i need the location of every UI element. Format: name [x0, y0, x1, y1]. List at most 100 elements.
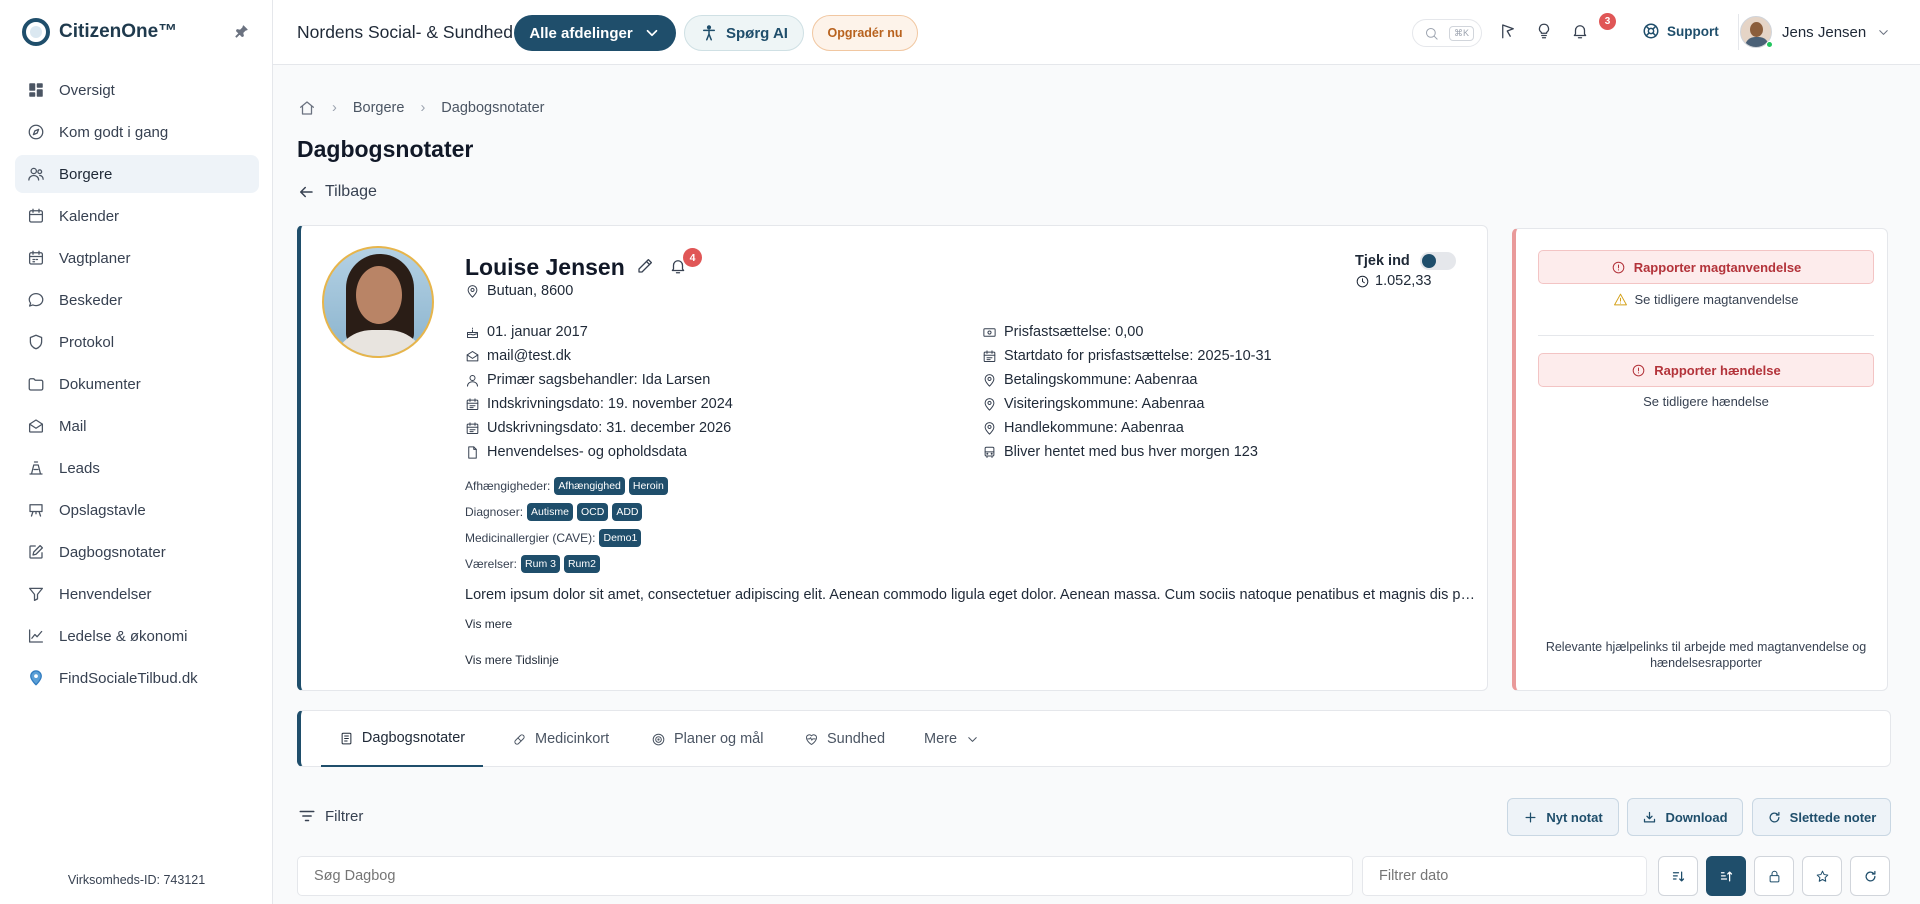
support-link[interactable]: Support	[1642, 22, 1719, 40]
pricing: Prisfastsættelse: 0,00	[1004, 324, 1144, 340]
checkin-toggle[interactable]	[1419, 252, 1456, 270]
tag-group-label: Medicinallergier (CAVE):	[465, 531, 596, 545]
back-link[interactable]: Tilbage	[297, 183, 377, 201]
previous-incident-link[interactable]: Se tidligere hændelse	[1538, 394, 1874, 409]
deleted-notes-button[interactable]: Slettede noter	[1752, 798, 1891, 836]
target-icon	[651, 732, 666, 747]
pin-icon[interactable]	[234, 24, 249, 39]
sidebar-item-oversigt[interactable]: Oversigt	[15, 71, 259, 109]
report-force-label: Rapporter magtanvendelse	[1633, 259, 1802, 275]
sidebar-item-henvendelser[interactable]: Henvendelser	[15, 575, 259, 613]
sidebar-item-protokol[interactable]: Protokol	[15, 323, 259, 361]
breadcrumb: › Borgere › Dagbogsnotater	[298, 99, 544, 117]
calendar-icon	[465, 397, 480, 412]
reports-card: Rapporter magtanvendelse Se tidligere ma…	[1512, 228, 1888, 691]
balance-value: 1.052,33	[1375, 273, 1432, 289]
show-more-link[interactable]: Vis mere	[465, 617, 512, 631]
sidebar-item-opslagstavle[interactable]: Opslagstavle	[15, 491, 259, 529]
ask-ai-button[interactable]: Spørg AI	[684, 15, 804, 51]
detail-row[interactable]: Henvendelses- og opholdsdata	[465, 444, 687, 460]
department-dropdown[interactable]: Alle afdelinger	[514, 15, 676, 51]
new-note-button[interactable]: Nyt notat	[1507, 798, 1619, 836]
show-timeline-link[interactable]: Vis mere Tidslinje	[465, 653, 559, 667]
sidebar-item-ledelse-okonomi[interactable]: Ledelse & økonomi	[15, 617, 259, 655]
filter-label: Filtrer	[325, 807, 364, 825]
sidebar-item-borgere[interactable]: Borgere	[15, 155, 259, 193]
sidebar-item-label: Vagtplaner	[59, 249, 131, 267]
tab-planer-og-maal[interactable]: Planer og mål	[651, 711, 763, 767]
sidebar-item-findsocialetilbud[interactable]: FindSocialeTilbud.dk	[15, 659, 259, 697]
help-links-text[interactable]: Relevante hjælpelinks til arbejde med ma…	[1538, 639, 1874, 671]
funnel-chart-icon	[27, 459, 45, 477]
sidebar-item-mail[interactable]: Mail	[15, 407, 259, 445]
sort-ascending-button[interactable]	[1706, 856, 1746, 896]
tab-medicinkort[interactable]: Medicinkort	[512, 711, 609, 767]
previous-force-link[interactable]: Se tidligere magtanvendelse	[1538, 292, 1874, 307]
report-incident-button[interactable]: Rapporter hændelse	[1538, 353, 1874, 387]
tab-label: Mere	[924, 731, 958, 747]
global-search[interactable]: ⌘K	[1412, 19, 1482, 47]
sort-descending-button[interactable]	[1658, 856, 1698, 896]
tag-group-label: Afhængigheder:	[465, 479, 551, 493]
department-label: Alle afdelinger	[529, 24, 633, 42]
logo[interactable]: CitizenOne™	[22, 18, 177, 46]
user-icon	[465, 373, 480, 388]
download-label: Download	[1665, 809, 1728, 825]
sort-asc-icon	[1719, 869, 1734, 884]
clock-icon	[1355, 274, 1370, 289]
tag-group-diagnoses: Diagnoser: Autisme OCD ADD	[465, 503, 643, 521]
sidebar-item-kom-godt-i-gang[interactable]: Kom godt i gang	[15, 113, 259, 151]
sidebar-item-beskeder[interactable]: Beskeder	[15, 281, 259, 319]
report-force-button[interactable]: Rapporter magtanvendelse	[1538, 250, 1874, 284]
download-button[interactable]: Download	[1627, 798, 1743, 836]
detail-row: Startdato for prisfastsættelse: 2025-10-…	[982, 348, 1272, 364]
lock-filter-button[interactable]	[1754, 856, 1794, 896]
home-icon[interactable]	[298, 99, 316, 117]
calendar-icon	[982, 349, 997, 364]
mail-icon	[27, 417, 45, 435]
sidebar-item-label: Leads	[59, 459, 100, 477]
lock-icon	[1767, 869, 1782, 884]
tab-sundhed[interactable]: Sundhed	[804, 711, 885, 767]
balance: 1.052,33	[1355, 273, 1431, 289]
tag-group-label: Diagnoser:	[465, 505, 524, 519]
pencil-icon[interactable]	[636, 257, 654, 275]
discharge-date: Udskrivningsdato: 31. december 2026	[487, 420, 732, 436]
tag-group-addictions: Afhængigheder: Afhængighed Heroin	[465, 477, 668, 495]
map-pin-icon	[465, 284, 480, 299]
diary-search-input[interactable]	[297, 856, 1353, 896]
user-menu[interactable]: Jens Jensen	[1740, 16, 1891, 48]
filter-icon	[27, 585, 45, 603]
inquiry-data-link: Henvendelses- og opholdsdata	[487, 444, 687, 460]
checkin-control[interactable]: Tjek ind	[1355, 252, 1456, 270]
heart-pulse-icon	[804, 732, 819, 747]
sidebar-item-kalender[interactable]: Kalender	[15, 197, 259, 235]
arrow-left-icon	[297, 183, 315, 201]
sidebar-item-label: Mail	[59, 417, 87, 435]
filter-toggle[interactable]: Filtrer	[298, 807, 363, 825]
upgrade-button[interactable]: Opgradér nu	[812, 15, 918, 51]
bulletin-icon	[27, 501, 45, 519]
tab-label: Medicinkort	[535, 731, 610, 747]
app-name: CitizenOne™	[59, 21, 178, 42]
date-filter-input[interactable]	[1362, 856, 1647, 896]
sidebar-item-leads[interactable]: Leads	[15, 449, 259, 487]
chevron-down-icon	[965, 732, 980, 747]
bell-icon[interactable]	[1571, 22, 1589, 40]
favorite-filter-button[interactable]	[1802, 856, 1842, 896]
sidebar-item-dokumenter[interactable]: Dokumenter	[15, 365, 259, 403]
sidebar-item-vagtplaner[interactable]: Vagtplaner	[15, 239, 259, 277]
sidebar-item-label: Borgere	[59, 165, 113, 183]
tab-mere[interactable]: Mere	[924, 711, 980, 767]
map-pin-icon	[982, 397, 997, 412]
tab-dagbogsnotater[interactable]: Dagbogsnotater	[321, 711, 483, 767]
sidebar-item-dagbogsnotater[interactable]: Dagbogsnotater	[15, 533, 259, 571]
lightbulb-icon[interactable]	[1535, 22, 1553, 40]
organization-name: Nordens Social- & Sundhed	[297, 22, 513, 42]
refresh-icon	[1863, 869, 1878, 884]
tag: Rum2	[563, 555, 600, 573]
chevron-down-icon	[643, 24, 661, 42]
flag-icon[interactable]	[1499, 22, 1517, 40]
breadcrumb-borgere[interactable]: Borgere	[353, 100, 405, 116]
reload-button[interactable]	[1850, 856, 1890, 896]
